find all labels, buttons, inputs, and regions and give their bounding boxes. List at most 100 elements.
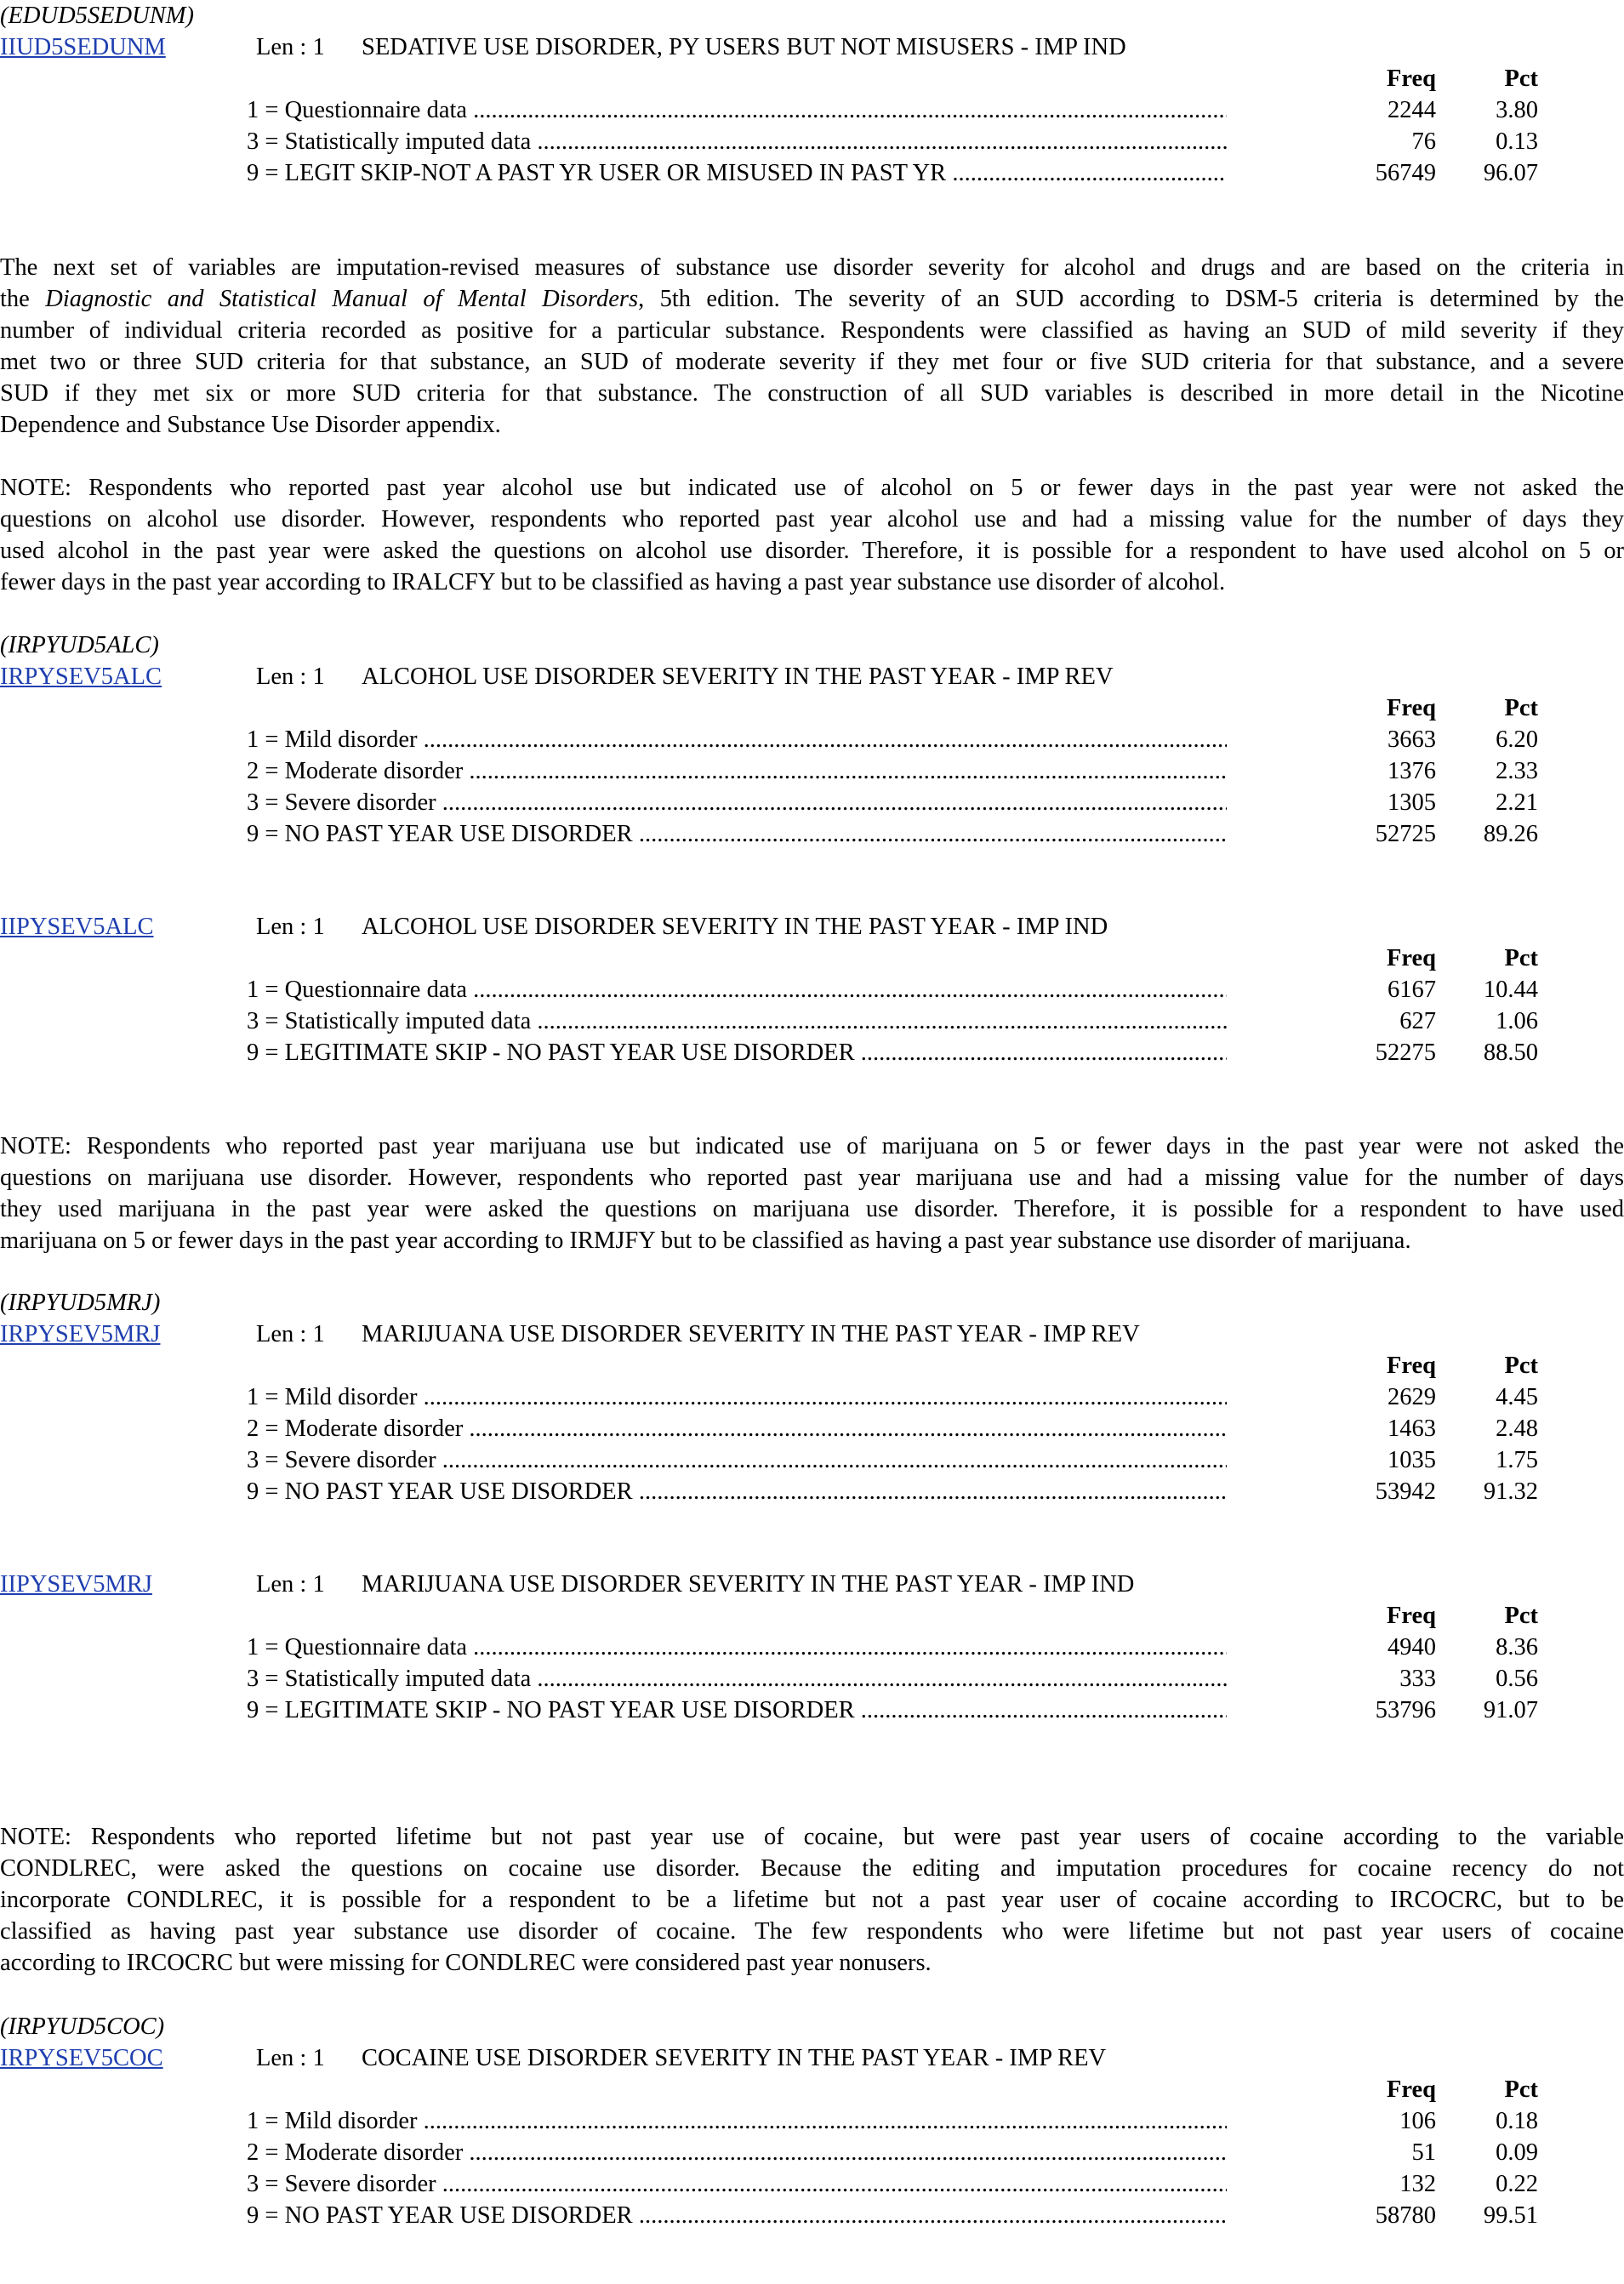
- variable-link-iipysev5mrj[interactable]: IIPYSEV5MRJ: [0, 1569, 152, 1600]
- response-label: 1 = Mild disorder: [247, 1381, 1227, 1413]
- variable-title: ALCOHOL USE DISORDER SEVERITY IN THE PAS…: [362, 664, 1114, 690]
- pct-value: 0.13: [1496, 128, 1538, 155]
- freq-value: 2629: [1388, 1384, 1436, 1410]
- pct-value: 0.09: [1496, 2139, 1538, 2166]
- variable-title: SEDATIVE USE DISORDER, PY USERS BUT NOT …: [362, 34, 1126, 60]
- pct-value: 10.44: [1483, 977, 1538, 1003]
- variable-length: Len : 1: [256, 1321, 325, 1347]
- response-label: 1 = Questionnaire data: [247, 974, 1227, 1005]
- variable-link-irpysev5coc[interactable]: IRPYSEV5COC: [0, 2042, 163, 2074]
- response-label: 9 = LEGIT SKIP-NOT A PAST YR USER OR MIS…: [247, 157, 1227, 189]
- response-label: 3 = Severe disorder: [247, 787, 1227, 818]
- freq-value: 333: [1399, 1666, 1436, 1692]
- previous-variable-name: (IRPYUD5ALC): [0, 632, 159, 658]
- freq-value: 1463: [1388, 1415, 1436, 1442]
- variable-length: Len : 1: [256, 664, 325, 690]
- freq-value: 52725: [1375, 821, 1436, 847]
- pct-header: Pct: [1504, 1603, 1538, 1629]
- freq-value: 4940: [1388, 1634, 1436, 1660]
- freq-header: Freq: [1386, 66, 1436, 92]
- response-label: 2 = Moderate disorder: [247, 755, 1227, 787]
- freq-value: 56749: [1375, 160, 1436, 186]
- previous-variable-name: (EDUD5SEDUNM): [0, 3, 194, 29]
- paragraph-line: The next set of variables are imputation…: [0, 254, 1624, 281]
- cocaine-note: NOTE: Respondents who reported lifetime …: [0, 1821, 1624, 1979]
- pct-value: 89.26: [1483, 821, 1538, 847]
- response-label: 9 = LEGITIMATE SKIP - NO PAST YEAR USE D…: [247, 1694, 1227, 1726]
- variable-link-irpysev5mrj[interactable]: IRPYSEV5MRJ: [0, 1319, 160, 1350]
- variable-title: MARIJUANA USE DISORDER SEVERITY IN THE P…: [362, 1571, 1135, 1598]
- variable-link-iiud5sedunm[interactable]: IIUD5SEDUNM: [0, 31, 166, 63]
- variable-title: COCAINE USE DISORDER SEVERITY IN THE PAS…: [362, 2045, 1107, 2071]
- freq-value: 6167: [1388, 977, 1436, 1003]
- pct-value: 0.22: [1496, 2171, 1538, 2197]
- response-label: 9 = LEGITIMATE SKIP - NO PAST YEAR USE D…: [247, 1037, 1227, 1068]
- variable-link-iipysev5alc[interactable]: IIPYSEV5ALC: [0, 911, 154, 943]
- paragraph-line: NOTE: Respondents who reported past year…: [0, 475, 1624, 501]
- paragraph-line: questions on alcohol use disorder. Howev…: [0, 506, 1624, 533]
- variable-length: Len : 1: [256, 1571, 325, 1598]
- paragraph-line: according to IRCOCRC but were missing fo…: [0, 1950, 932, 1976]
- response-label: 3 = Severe disorder: [247, 1444, 1227, 1476]
- freq-value: 53796: [1375, 1697, 1436, 1723]
- pct-header: Pct: [1504, 66, 1538, 92]
- response-label: 9 = NO PAST YEAR USE DISORDER: [247, 818, 1227, 850]
- response-label: 1 = Mild disorder: [247, 2105, 1227, 2137]
- text-run: the: [0, 286, 46, 312]
- freq-value: 52275: [1375, 1039, 1436, 1066]
- pct-value: 0.18: [1496, 2108, 1538, 2134]
- response-label: 9 = NO PAST YEAR USE DISORDER: [247, 1476, 1227, 1507]
- freq-value: 58780: [1375, 2202, 1436, 2229]
- response-label: 2 = Moderate disorder: [247, 1413, 1227, 1444]
- paragraph-line: met two or three SUD criteria for that s…: [0, 349, 1624, 375]
- freq-header: Freq: [1386, 945, 1436, 971]
- intro-paragraph: The next set of variables are imputation…: [0, 252, 1624, 441]
- paragraph-line: marijuana on 5 or fewer days in the past…: [0, 1227, 1411, 1254]
- paragraph-line: NOTE: Respondents who reported lifetime …: [0, 1824, 1624, 1850]
- freq-header: Freq: [1386, 1603, 1436, 1629]
- pct-value: 1.06: [1496, 1008, 1538, 1034]
- response-label: 3 = Statistically imputed data: [247, 1005, 1227, 1037]
- variable-length: Len : 1: [256, 2045, 325, 2071]
- pct-value: 2.21: [1496, 789, 1538, 816]
- paragraph-line: questions on marijuana use disorder. How…: [0, 1165, 1624, 1191]
- paragraph-line: used alcohol in the past year were asked…: [0, 538, 1624, 564]
- pct-value: 3.80: [1496, 97, 1538, 123]
- freq-value: 1376: [1388, 758, 1436, 784]
- pct-value: 8.36: [1496, 1634, 1538, 1660]
- response-label: 2 = Moderate disorder: [247, 2137, 1227, 2168]
- pct-value: 2.33: [1496, 758, 1538, 784]
- pct-header: Pct: [1504, 945, 1538, 971]
- pct-value: 2.48: [1496, 1415, 1538, 1442]
- paragraph-line: Dependence and Substance Use Disorder ap…: [0, 412, 501, 438]
- response-label: 1 = Questionnaire data: [247, 1632, 1227, 1663]
- freq-value: 106: [1399, 2108, 1436, 2134]
- pct-value: 0.56: [1496, 1666, 1538, 1692]
- variable-link-irpysev5alc[interactable]: IRPYSEV5ALC: [0, 661, 162, 692]
- freq-header: Freq: [1386, 1353, 1436, 1379]
- variable-title: MARIJUANA USE DISORDER SEVERITY IN THE P…: [362, 1321, 1140, 1347]
- variable-length: Len : 1: [256, 914, 325, 940]
- response-label: 1 = Questionnaire data: [247, 94, 1227, 126]
- freq-value: 1305: [1388, 789, 1436, 816]
- freq-header: Freq: [1386, 695, 1436, 721]
- pct-value: 99.51: [1483, 2202, 1538, 2229]
- freq-value: 3663: [1388, 726, 1436, 753]
- marijuana-note: NOTE: Respondents who reported past year…: [0, 1131, 1624, 1256]
- freq-value: 51: [1411, 2139, 1437, 2166]
- paragraph-line: NOTE: Respondents who reported past year…: [0, 1133, 1624, 1159]
- pct-value: 1.75: [1496, 1447, 1538, 1473]
- response-label: 3 = Statistically imputed data: [247, 126, 1227, 157]
- manual-title: Diagnostic and Statistical Manual of Men…: [45, 286, 639, 312]
- freq-value: 1035: [1388, 1447, 1436, 1473]
- variable-length: Len : 1: [256, 34, 325, 60]
- freq-header: Freq: [1386, 2076, 1436, 2103]
- freq-value: 627: [1399, 1008, 1436, 1034]
- response-label: 9 = NO PAST YEAR USE DISORDER: [247, 2200, 1227, 2231]
- previous-variable-name: (IRPYUD5MRJ): [0, 1290, 161, 1316]
- pct-header: Pct: [1504, 695, 1538, 721]
- alcohol-note: NOTE: Respondents who reported past year…: [0, 472, 1624, 598]
- codebook-page: (EDUD5SEDUNM) IIUD5SEDUNM Len : 1 SEDATI…: [0, 0, 1624, 2284]
- paragraph-line: incorporate CONDLREC, it is possible for…: [0, 1887, 1624, 1913]
- pct-value: 96.07: [1483, 160, 1538, 186]
